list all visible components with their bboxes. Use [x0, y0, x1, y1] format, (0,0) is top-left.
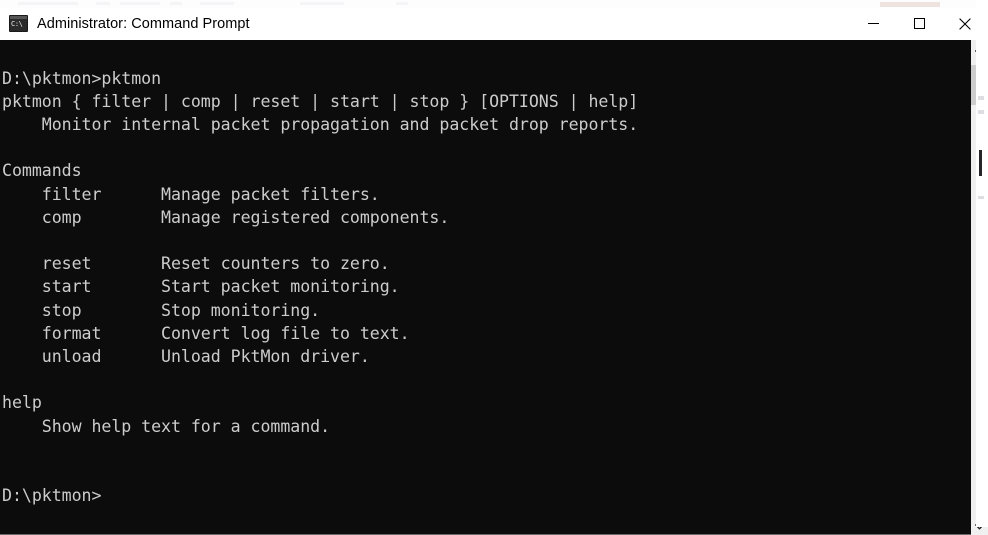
- minimize-button[interactable]: [850, 8, 896, 39]
- close-icon: [959, 17, 971, 30]
- maximize-icon: [913, 18, 925, 29]
- command-prompt-window: C:\ Administrator: Command Prompt D:\pkt…: [0, 8, 988, 535]
- background-page-sliver: [976, 0, 988, 527]
- cmd-icon-label: C:\: [11, 20, 23, 28]
- cmd-console-icon: C:\: [9, 15, 28, 32]
- console-area: D:\pktmon>pktmon pktmon { filter | comp …: [0, 40, 988, 535]
- maximize-button[interactable]: [896, 8, 942, 39]
- minimize-icon: [867, 23, 879, 24]
- title-bar-left: C:\ Administrator: Command Prompt: [0, 15, 850, 32]
- title-bar[interactable]: C:\ Administrator: Command Prompt: [0, 8, 988, 40]
- window-title: Administrator: Command Prompt: [37, 15, 250, 32]
- console-output[interactable]: D:\pktmon>pktmon pktmon { filter | comp …: [0, 56, 970, 519]
- window-controls: [850, 8, 988, 39]
